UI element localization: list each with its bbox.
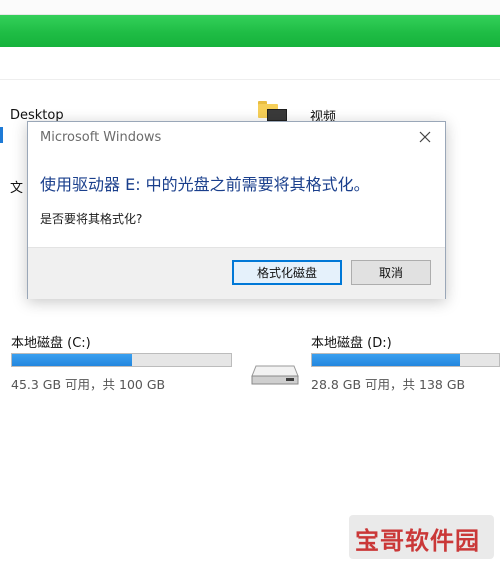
drive-d-label[interactable]: 本地磁盘 (D:) <box>311 332 392 351</box>
dialog-message: 使用驱动器 E: 中的光盘之前需要将其格式化。 <box>40 175 370 194</box>
drive-d-space: 28.8 GB 可用，共 138 GB <box>311 377 466 392</box>
hard-drive-icon[interactable] <box>250 358 300 386</box>
drive-c-label[interactable]: 本地磁盘 (C:) <box>11 332 91 351</box>
video-folder-icon[interactable] <box>258 101 287 121</box>
drive-c-usage-bar <box>11 353 232 367</box>
dialog-question: 是否要将其格式化? <box>40 212 143 226</box>
copy-progress-bar <box>0 15 500 47</box>
close-icon[interactable] <box>414 126 436 148</box>
dialog-title: Microsoft Windows <box>40 130 162 145</box>
watermark-text: 宝哥软件园 <box>355 527 480 555</box>
drive-d-usage-bar <box>311 353 500 367</box>
drive-c-space: 45.3 GB 可用，共 100 GB <box>11 377 166 392</box>
dialog-button-bar: 格式化磁盘 取消 <box>28 247 445 299</box>
folder-documents-label[interactable]: 文 <box>10 177 23 196</box>
section-divider <box>0 79 500 80</box>
format-disk-button[interactable]: 格式化磁盘 <box>232 260 342 285</box>
cancel-button[interactable]: 取消 <box>351 260 431 285</box>
progress-fill <box>0 15 500 47</box>
selection-edge <box>0 127 3 143</box>
format-disk-dialog: Microsoft Windows 使用驱动器 E: 中的光盘之前需要将其格式化… <box>27 121 446 299</box>
drive-d-usage-fill <box>312 354 460 366</box>
drive-c-usage-fill <box>12 354 132 366</box>
top-toolbar-edge <box>0 0 500 15</box>
site-watermark: 宝哥软件园 <box>349 515 494 559</box>
